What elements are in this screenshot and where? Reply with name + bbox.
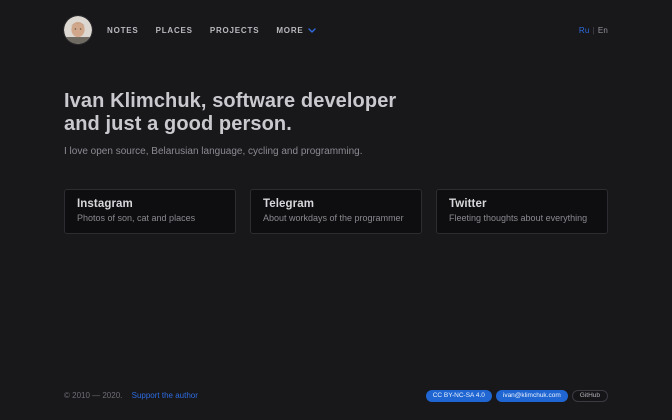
social-cards: Instagram Photos of son, cat and places … <box>64 189 608 234</box>
support-link[interactable]: Support the author <box>132 391 198 400</box>
main-nav: Notes Places Projects More <box>107 25 316 35</box>
badge-email[interactable]: ivan@klimchuk.com <box>496 390 568 403</box>
avatar-photo <box>64 16 92 44</box>
card-title: Twitter <box>449 198 595 210</box>
page-title: Ivan Klimchuk, software developer and ju… <box>64 90 608 136</box>
footer-badges: CC BY-NC-SA 4.0 ivan@klimchuk.com GitHub <box>426 390 608 403</box>
nav-item-places[interactable]: Places <box>156 26 193 35</box>
card-title: Instagram <box>77 198 223 210</box>
nav-item-projects[interactable]: Projects <box>210 26 260 35</box>
page-title-line2: and just a good person. <box>64 113 608 136</box>
footer-left: © 2010 — 2020. Support the author <box>64 391 198 400</box>
card-description: Photos of son, cat and places <box>77 213 223 223</box>
top-nav: Notes Places Projects More Ru|En <box>64 16 608 44</box>
chevron-down-icon <box>308 26 316 35</box>
card-title: Telegram <box>263 198 409 210</box>
hero-section: Ivan Klimchuk, software developer and ju… <box>64 44 608 234</box>
card-description: About workdays of the programmer <box>263 213 409 223</box>
card-description: Fleeting thoughts about everything <box>449 213 595 223</box>
card-telegram[interactable]: Telegram About workdays of the programme… <box>250 189 422 234</box>
page: Notes Places Projects More Ru|En Ivan Kl… <box>0 0 672 420</box>
copyright: © 2010 — 2020. <box>64 391 122 400</box>
footer: © 2010 — 2020. Support the author CC BY-… <box>64 390 608 403</box>
lang-ru[interactable]: Ru <box>579 26 590 35</box>
nav-more-label: More <box>276 26 303 35</box>
badge-github[interactable]: GitHub <box>572 390 608 403</box>
card-twitter[interactable]: Twitter Fleeting thoughts about everythi… <box>436 189 608 234</box>
card-instagram[interactable]: Instagram Photos of son, cat and places <box>64 189 236 234</box>
lang-divider: | <box>593 26 595 35</box>
page-title-line1: Ivan Klimchuk, software developer <box>64 90 608 113</box>
language-switcher: Ru|En <box>579 26 608 35</box>
nav-item-notes[interactable]: Notes <box>107 26 139 35</box>
page-subtitle: I love open source, Belarusian language,… <box>64 146 608 158</box>
avatar[interactable] <box>64 16 92 44</box>
lang-en[interactable]: En <box>598 26 608 35</box>
nav-item-more[interactable]: More <box>276 25 315 35</box>
badge-license[interactable]: CC BY-NC-SA 4.0 <box>426 390 492 403</box>
